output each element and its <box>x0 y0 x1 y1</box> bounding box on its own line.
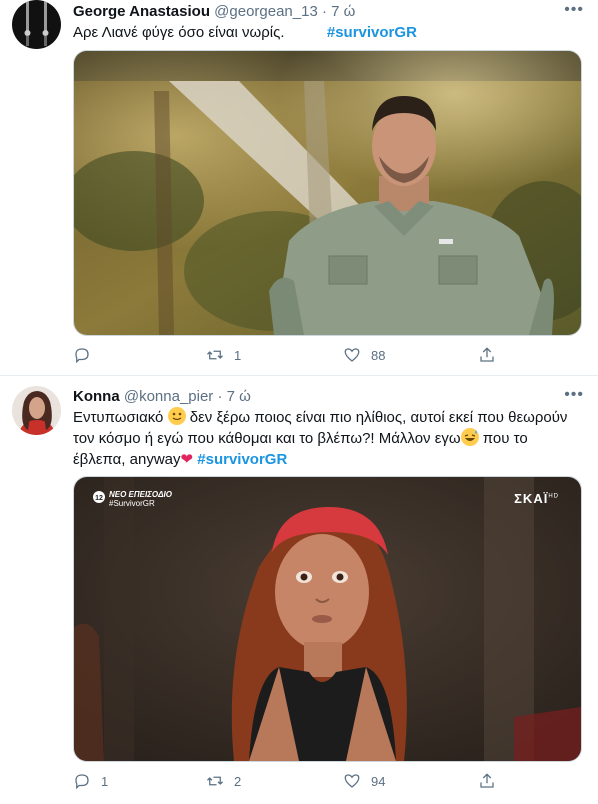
like-button[interactable]: 94 <box>343 772 385 790</box>
tweet-text: Αρε Λιανέ φύγε όσο είναι νωρίς. #survivo… <box>73 22 583 43</box>
author-name[interactable]: George Anastasiou <box>73 3 210 20</box>
retweet-count: 1 <box>234 347 242 363</box>
tweet-body: Αρε Λιανέ φύγε όσο είναι νωρίς. <box>73 24 285 41</box>
tweet-image[interactable] <box>73 50 582 336</box>
share-button[interactable] <box>478 772 496 790</box>
retweet-icon <box>207 776 223 786</box>
hashtag-link[interactable]: #survivorGR <box>197 451 287 468</box>
reply-icon <box>75 348 89 364</box>
like-count: 94 <box>371 773 386 789</box>
tweet-header: George Anastasiou @georgean_13 · 7 ώ <box>73 3 355 20</box>
like-button[interactable]: 88 <box>343 346 385 364</box>
tweet-video[interactable]: 12 ΝΕΟ ΕΠΕΙΣΟΔΙΟ #SurvivorGR ΣΚΑΪHD <box>73 476 582 762</box>
separator-dot: · <box>321 3 327 20</box>
share-icon <box>480 773 494 788</box>
tweet[interactable]: George Anastasiou @georgean_13 · 7 ώ •••… <box>0 0 598 376</box>
tweet-timestamp[interactable]: 7 ώ <box>331 3 355 20</box>
tweet-text: Εντυπωσιακό δεν ξέρω ποιος είναι πιο ηλί… <box>73 407 583 470</box>
tweet-timestamp[interactable]: 7 ώ <box>227 388 251 405</box>
more-options-icon[interactable]: ••• <box>564 1 584 19</box>
episode-badge-line2: #SurvivorGR <box>109 499 155 508</box>
heart-icon <box>344 774 360 788</box>
red-heart-emoji-icon: ❤ <box>180 451 194 468</box>
tweet[interactable]: Konna @konna_pier · 7 ώ ••• Εντυπωσιακό … <box>0 376 598 804</box>
tweet-body-part1: Εντυπωσιακό <box>73 409 164 426</box>
author-handle[interactable]: @konna_pier <box>124 388 213 405</box>
retweet-count: 2 <box>234 773 242 789</box>
retweet-icon <box>207 350 223 360</box>
separator-dot: · <box>217 388 223 405</box>
share-button[interactable] <box>478 346 496 364</box>
tweet-actions: 1 2 94 <box>73 772 503 792</box>
retweet-button[interactable]: 2 <box>206 772 241 790</box>
channel-logo-text: ΣΚΑΪ <box>514 491 549 506</box>
channel-hd-tag: HD <box>548 493 559 500</box>
slight-smile-emoji-icon <box>167 407 186 425</box>
reply-count: 1 <box>101 773 109 789</box>
tweet-header: Konna @konna_pier · 7 ώ <box>73 388 251 405</box>
avatar[interactable] <box>12 0 61 49</box>
reply-button[interactable]: 1 <box>73 772 108 790</box>
heart-icon <box>344 348 360 362</box>
sweat-smile-emoji-icon <box>460 428 479 446</box>
channel-logo: ΣΚΑΪHD <box>514 491 559 506</box>
svg-text:12: 12 <box>95 495 103 502</box>
avatar[interactable] <box>12 386 61 435</box>
reply-button[interactable] <box>73 346 101 364</box>
tweet-actions: 1 88 <box>73 346 503 366</box>
hashtag-link[interactable]: #survivorGR <box>327 24 417 41</box>
more-options-icon[interactable]: ••• <box>564 386 584 404</box>
author-name[interactable]: Konna <box>73 388 120 405</box>
retweet-button[interactable]: 1 <box>206 346 241 364</box>
author-handle[interactable]: @georgean_13 <box>214 3 318 20</box>
episode-badge-line1: ΝΕΟ ΕΠΕΙΣΟΔΙΟ <box>109 490 172 499</box>
like-count: 88 <box>371 347 386 363</box>
share-icon <box>480 347 494 362</box>
reply-icon <box>75 774 89 790</box>
